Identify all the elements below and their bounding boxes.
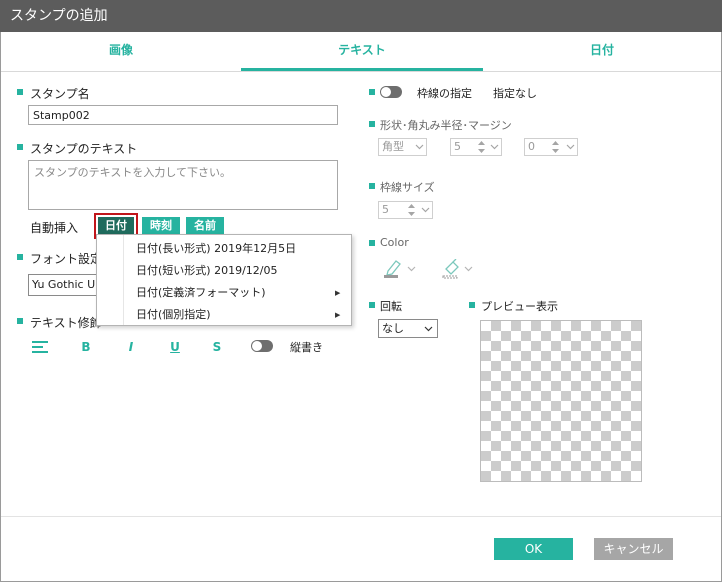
border-size-label: 枠線サイズ: [380, 181, 435, 194]
font-value: Yu Gothic UI: [32, 278, 99, 291]
section-marker: [369, 183, 375, 189]
ok-button[interactable]: OK: [494, 538, 573, 560]
section-marker: [369, 121, 375, 127]
radius-spinner[interactable]: 5: [450, 138, 502, 156]
section-marker: [469, 302, 475, 308]
underline-button[interactable]: U: [167, 340, 183, 354]
menu-item-label: 日付(短い形式) 2019/12/05: [136, 264, 278, 277]
chevron-down-icon: [424, 326, 433, 332]
section-marker: [17, 254, 23, 260]
tab-text[interactable]: テキスト: [241, 32, 483, 71]
stamp-text-input[interactable]: [28, 160, 338, 210]
menu-item-date-custom[interactable]: 日付(個別指定) ▶: [97, 304, 351, 326]
section-marker: [17, 318, 23, 324]
text-color-picker[interactable]: [382, 259, 418, 279]
margin-value: 0: [528, 140, 535, 153]
radius-value: 5: [454, 140, 461, 153]
border-size-value: 5: [382, 203, 389, 216]
stamp-name-input[interactable]: [28, 105, 338, 125]
rotation-label: 回転: [380, 300, 402, 313]
color-label: Color: [380, 236, 409, 249]
insert-date-chip[interactable]: 日付: [98, 217, 134, 235]
menu-item-date-long[interactable]: 日付(長い形式) 2019年12月5日: [97, 238, 351, 260]
menu-item-date-predefined[interactable]: 日付(定義済フォーマット) ▶: [97, 282, 351, 304]
chevron-down-icon: [415, 144, 424, 150]
toggle-knob: [252, 341, 262, 351]
menu-item-label: 日付(定義済フォーマット): [136, 286, 266, 299]
menu-item-label: 日付(長い形式) 2019年12月5日: [136, 242, 297, 255]
rotation-select[interactable]: なし: [378, 319, 438, 338]
border-toggle[interactable]: [380, 86, 402, 98]
stamp-text-label: スタンプのテキスト: [30, 142, 138, 156]
section-marker: [369, 89, 375, 95]
spinner-arrows-icon: [408, 204, 415, 216]
toggle-knob: [381, 87, 391, 97]
stamp-name-label: スタンプ名: [30, 87, 90, 101]
section-marker: [17, 144, 23, 150]
fill-color-picker[interactable]: [441, 258, 477, 279]
align-icon[interactable]: [32, 340, 50, 354]
bold-button[interactable]: B: [78, 340, 94, 354]
border-status: 指定なし: [493, 87, 537, 100]
section-marker: [17, 89, 23, 95]
shape-label: 形状･角丸み半径･マージン: [380, 119, 512, 132]
menu-item-label: 日付(個別指定): [136, 308, 211, 321]
shape-select[interactable]: 角型: [378, 138, 427, 156]
border-label: 枠線の指定: [417, 87, 472, 100]
menu-item-date-short[interactable]: 日付(短い形式) 2019/12/05: [97, 260, 351, 282]
align-lines-icon: [32, 341, 48, 353]
border-size-spinner[interactable]: 5: [378, 201, 433, 219]
chevron-down-icon: [421, 207, 430, 213]
chevron-down-icon: [490, 144, 499, 150]
section-marker: [369, 302, 375, 308]
tab-divider: [1, 71, 721, 72]
date-insert-menu: 日付(長い形式) 2019年12月5日 日付(短い形式) 2019/12/05 …: [96, 234, 352, 326]
auto-insert-label: 自動挿入: [30, 221, 79, 235]
margin-spinner[interactable]: 0: [524, 138, 578, 156]
text-style-label: テキスト修飾: [30, 316, 102, 330]
submenu-arrow-icon: ▶: [335, 289, 341, 297]
insert-time-chip[interactable]: 時刻: [142, 217, 180, 235]
submenu-arrow-icon: ▶: [335, 311, 341, 319]
spinner-arrows-icon: [552, 141, 559, 153]
rotation-value: なし: [382, 322, 404, 335]
chevron-down-icon: [566, 144, 575, 150]
preview-label: プレビュー表示: [481, 300, 558, 313]
footer-divider: [1, 516, 721, 517]
window-title: スタンプの追加: [0, 0, 722, 32]
font-label: フォント設定: [30, 252, 103, 266]
vertical-toggle[interactable]: [251, 340, 273, 352]
strikethrough-button[interactable]: S: [209, 340, 225, 354]
shape-value: 角型: [382, 140, 404, 153]
paint-bucket-icon: [442, 258, 473, 279]
insert-name-chip[interactable]: 名前: [186, 217, 224, 235]
tab-image[interactable]: 画像: [1, 32, 241, 71]
spinner-arrows-icon: [478, 141, 485, 153]
vertical-label: 縦書き: [290, 341, 323, 354]
tab-date[interactable]: 日付: [483, 32, 721, 71]
pencil-color-icon: [384, 260, 416, 278]
preview-canvas: [480, 320, 642, 482]
cancel-button[interactable]: キャンセル: [594, 538, 673, 560]
section-marker: [369, 240, 375, 246]
italic-button[interactable]: I: [123, 340, 139, 354]
